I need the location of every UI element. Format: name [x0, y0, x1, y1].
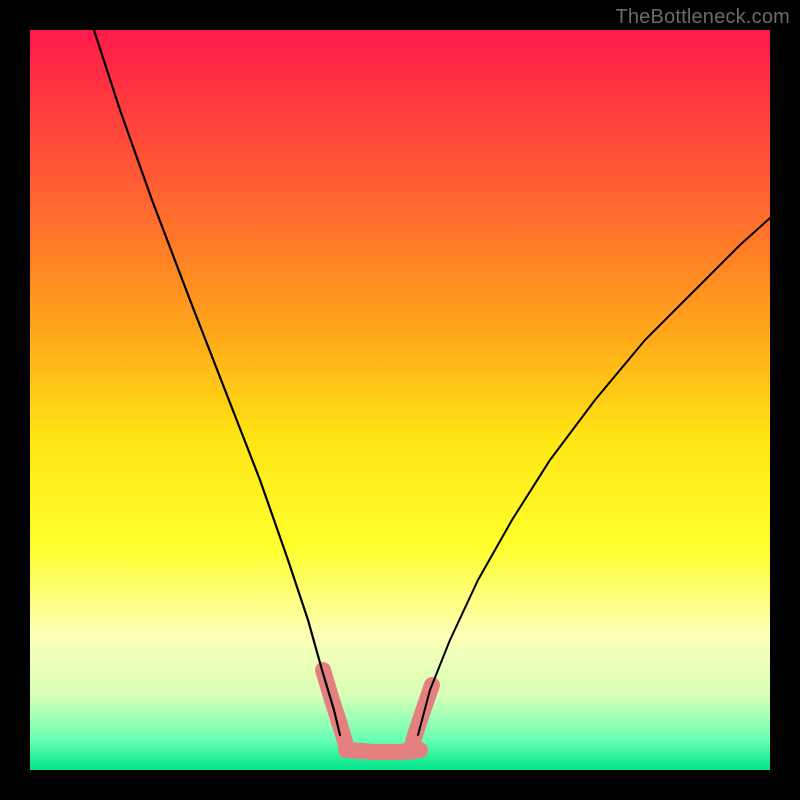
- chart-svg: [0, 0, 800, 800]
- watermark-text: TheBottleneck.com: [615, 6, 790, 29]
- plot-background: [30, 30, 770, 770]
- chart-stage: TheBottleneck.com: [0, 0, 800, 800]
